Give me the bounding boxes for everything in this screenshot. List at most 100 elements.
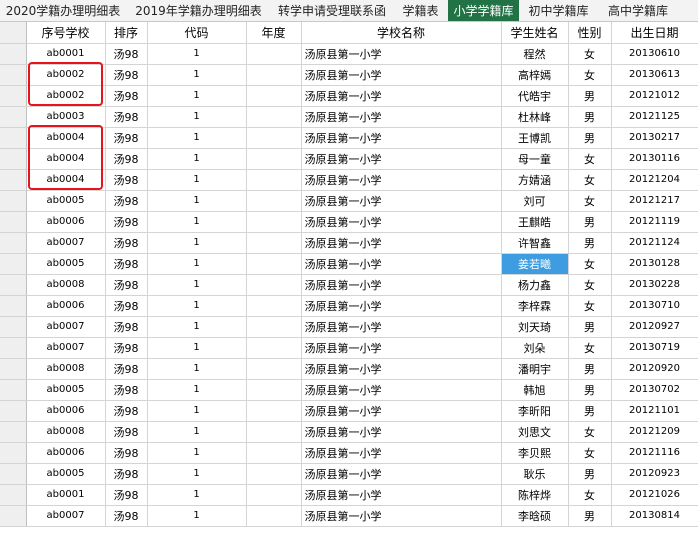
cell-school[interactable]: 汤原县第一小学 — [301, 64, 502, 86]
cell-birthdate[interactable]: 20130217 — [611, 127, 698, 149]
cell-school[interactable]: 汤原县第一小学 — [301, 274, 502, 296]
cell-student-name[interactable]: 李晗硕 — [501, 505, 569, 527]
cell-code[interactable]: 1 — [147, 169, 247, 191]
cell-year[interactable] — [246, 274, 302, 296]
cell-order[interactable]: 汤98 — [105, 442, 148, 464]
row-header[interactable] — [0, 22, 27, 44]
cell-code[interactable]: 1 — [147, 295, 247, 317]
cell-birthdate[interactable]: 20130610 — [611, 43, 698, 65]
cell-code[interactable]: 1 — [147, 463, 247, 485]
cell-school[interactable]: 汤原县第一小学 — [301, 463, 502, 485]
row-header[interactable] — [0, 211, 27, 233]
row-header[interactable] — [0, 316, 27, 338]
cell-order[interactable]: 汤98 — [105, 127, 148, 149]
cell-code[interactable]: 1 — [147, 232, 247, 254]
cell-student-name[interactable]: 许智鑫 — [501, 232, 569, 254]
cell-school[interactable]: 汤原县第一小学 — [301, 400, 502, 422]
column-header-year[interactable]: 年度 — [246, 22, 302, 44]
cell-id[interactable]: ab0006 — [26, 211, 106, 233]
cell-code[interactable]: 1 — [147, 211, 247, 233]
row-header[interactable] — [0, 106, 27, 128]
cell-birthdate[interactable]: 20121209 — [611, 421, 698, 443]
cell-school[interactable]: 汤原县第一小学 — [301, 442, 502, 464]
cell-birthdate[interactable]: 20121217 — [611, 190, 698, 212]
cell-year[interactable] — [246, 43, 302, 65]
column-header-school[interactable]: 学校名称 — [301, 22, 502, 44]
row-header[interactable] — [0, 463, 27, 485]
cell-gender[interactable]: 女 — [568, 169, 612, 191]
cell-code[interactable]: 1 — [147, 274, 247, 296]
cell-school[interactable]: 汤原县第一小学 — [301, 127, 502, 149]
cell-order[interactable]: 汤98 — [105, 400, 148, 422]
cell-gender[interactable]: 男 — [568, 232, 612, 254]
cell-year[interactable] — [246, 316, 302, 338]
cell-year[interactable] — [246, 421, 302, 443]
row-header[interactable] — [0, 484, 27, 506]
sheet-tab-2[interactable]: 转学申请受理联系函 — [271, 0, 393, 21]
cell-order[interactable]: 汤98 — [105, 64, 148, 86]
sheet-tab-4[interactable]: 小学学籍库 — [448, 0, 519, 21]
column-header-code[interactable]: 代码 — [147, 22, 247, 44]
cell-birthdate[interactable]: 20121012 — [611, 85, 698, 107]
row-header[interactable] — [0, 379, 27, 401]
cell-order[interactable]: 汤98 — [105, 43, 148, 65]
row-header[interactable] — [0, 253, 27, 275]
column-header-birthdate[interactable]: 出生日期 — [611, 22, 698, 44]
cell-student-name[interactable]: 方婧涵 — [501, 169, 569, 191]
cell-order[interactable]: 汤98 — [105, 295, 148, 317]
cell-id[interactable]: ab0005 — [26, 463, 106, 485]
cell-id[interactable]: ab0007 — [26, 505, 106, 527]
cell-birthdate[interactable]: 20121204 — [611, 169, 698, 191]
cell-code[interactable]: 1 — [147, 421, 247, 443]
column-header-student-name[interactable]: 学生姓名 — [501, 22, 569, 44]
cell-order[interactable]: 汤98 — [105, 169, 148, 191]
cell-gender[interactable]: 男 — [568, 106, 612, 128]
cell-order[interactable]: 汤98 — [105, 190, 148, 212]
cell-code[interactable]: 1 — [147, 505, 247, 527]
cell-id[interactable]: ab0008 — [26, 274, 106, 296]
cell-id[interactable]: ab0007 — [26, 316, 106, 338]
cell-birthdate[interactable]: 20121124 — [611, 232, 698, 254]
cell-year[interactable] — [246, 442, 302, 464]
cell-order[interactable]: 汤98 — [105, 421, 148, 443]
row-header[interactable] — [0, 64, 27, 86]
cell-school[interactable]: 汤原县第一小学 — [301, 106, 502, 128]
cell-code[interactable]: 1 — [147, 127, 247, 149]
cell-order[interactable]: 汤98 — [105, 211, 148, 233]
cell-year[interactable] — [246, 232, 302, 254]
row-header[interactable] — [0, 337, 27, 359]
cell-student-name[interactable]: 姜若曦 — [501, 253, 569, 275]
sheet-tab-0[interactable]: 2020学籍办理明细表 — [0, 0, 126, 21]
cell-code[interactable]: 1 — [147, 64, 247, 86]
cell-school[interactable]: 汤原县第一小学 — [301, 358, 502, 380]
cell-order[interactable]: 汤98 — [105, 148, 148, 170]
cell-birthdate[interactable]: 20121125 — [611, 106, 698, 128]
sheet-tab-5[interactable]: 初中学籍库 — [519, 0, 598, 21]
cell-school[interactable]: 汤原县第一小学 — [301, 43, 502, 65]
cell-school[interactable]: 汤原县第一小学 — [301, 295, 502, 317]
cell-gender[interactable]: 男 — [568, 316, 612, 338]
cell-year[interactable] — [246, 463, 302, 485]
cell-student-name[interactable]: 李贝熙 — [501, 442, 569, 464]
cell-year[interactable] — [246, 358, 302, 380]
cell-year[interactable] — [246, 400, 302, 422]
cell-student-name[interactable]: 刘朵 — [501, 337, 569, 359]
cell-school[interactable]: 汤原县第一小学 — [301, 379, 502, 401]
cell-year[interactable] — [246, 64, 302, 86]
cell-student-name[interactable]: 李梓霖 — [501, 295, 569, 317]
cell-order[interactable]: 汤98 — [105, 484, 148, 506]
sheet-tab-3[interactable]: 学籍表 — [393, 0, 448, 21]
cell-order[interactable]: 汤98 — [105, 337, 148, 359]
row-header[interactable] — [0, 43, 27, 65]
cell-student-name[interactable]: 韩旭 — [501, 379, 569, 401]
cell-student-name[interactable]: 高梓嫣 — [501, 64, 569, 86]
cell-birthdate[interactable]: 20120927 — [611, 316, 698, 338]
cell-student-name[interactable]: 程然 — [501, 43, 569, 65]
cell-order[interactable]: 汤98 — [105, 274, 148, 296]
cell-id[interactable]: ab0004 — [26, 148, 106, 170]
cell-gender[interactable]: 女 — [568, 484, 612, 506]
cell-order[interactable]: 汤98 — [105, 463, 148, 485]
cell-order[interactable]: 汤98 — [105, 85, 148, 107]
cell-school[interactable]: 汤原县第一小学 — [301, 190, 502, 212]
cell-year[interactable] — [246, 484, 302, 506]
